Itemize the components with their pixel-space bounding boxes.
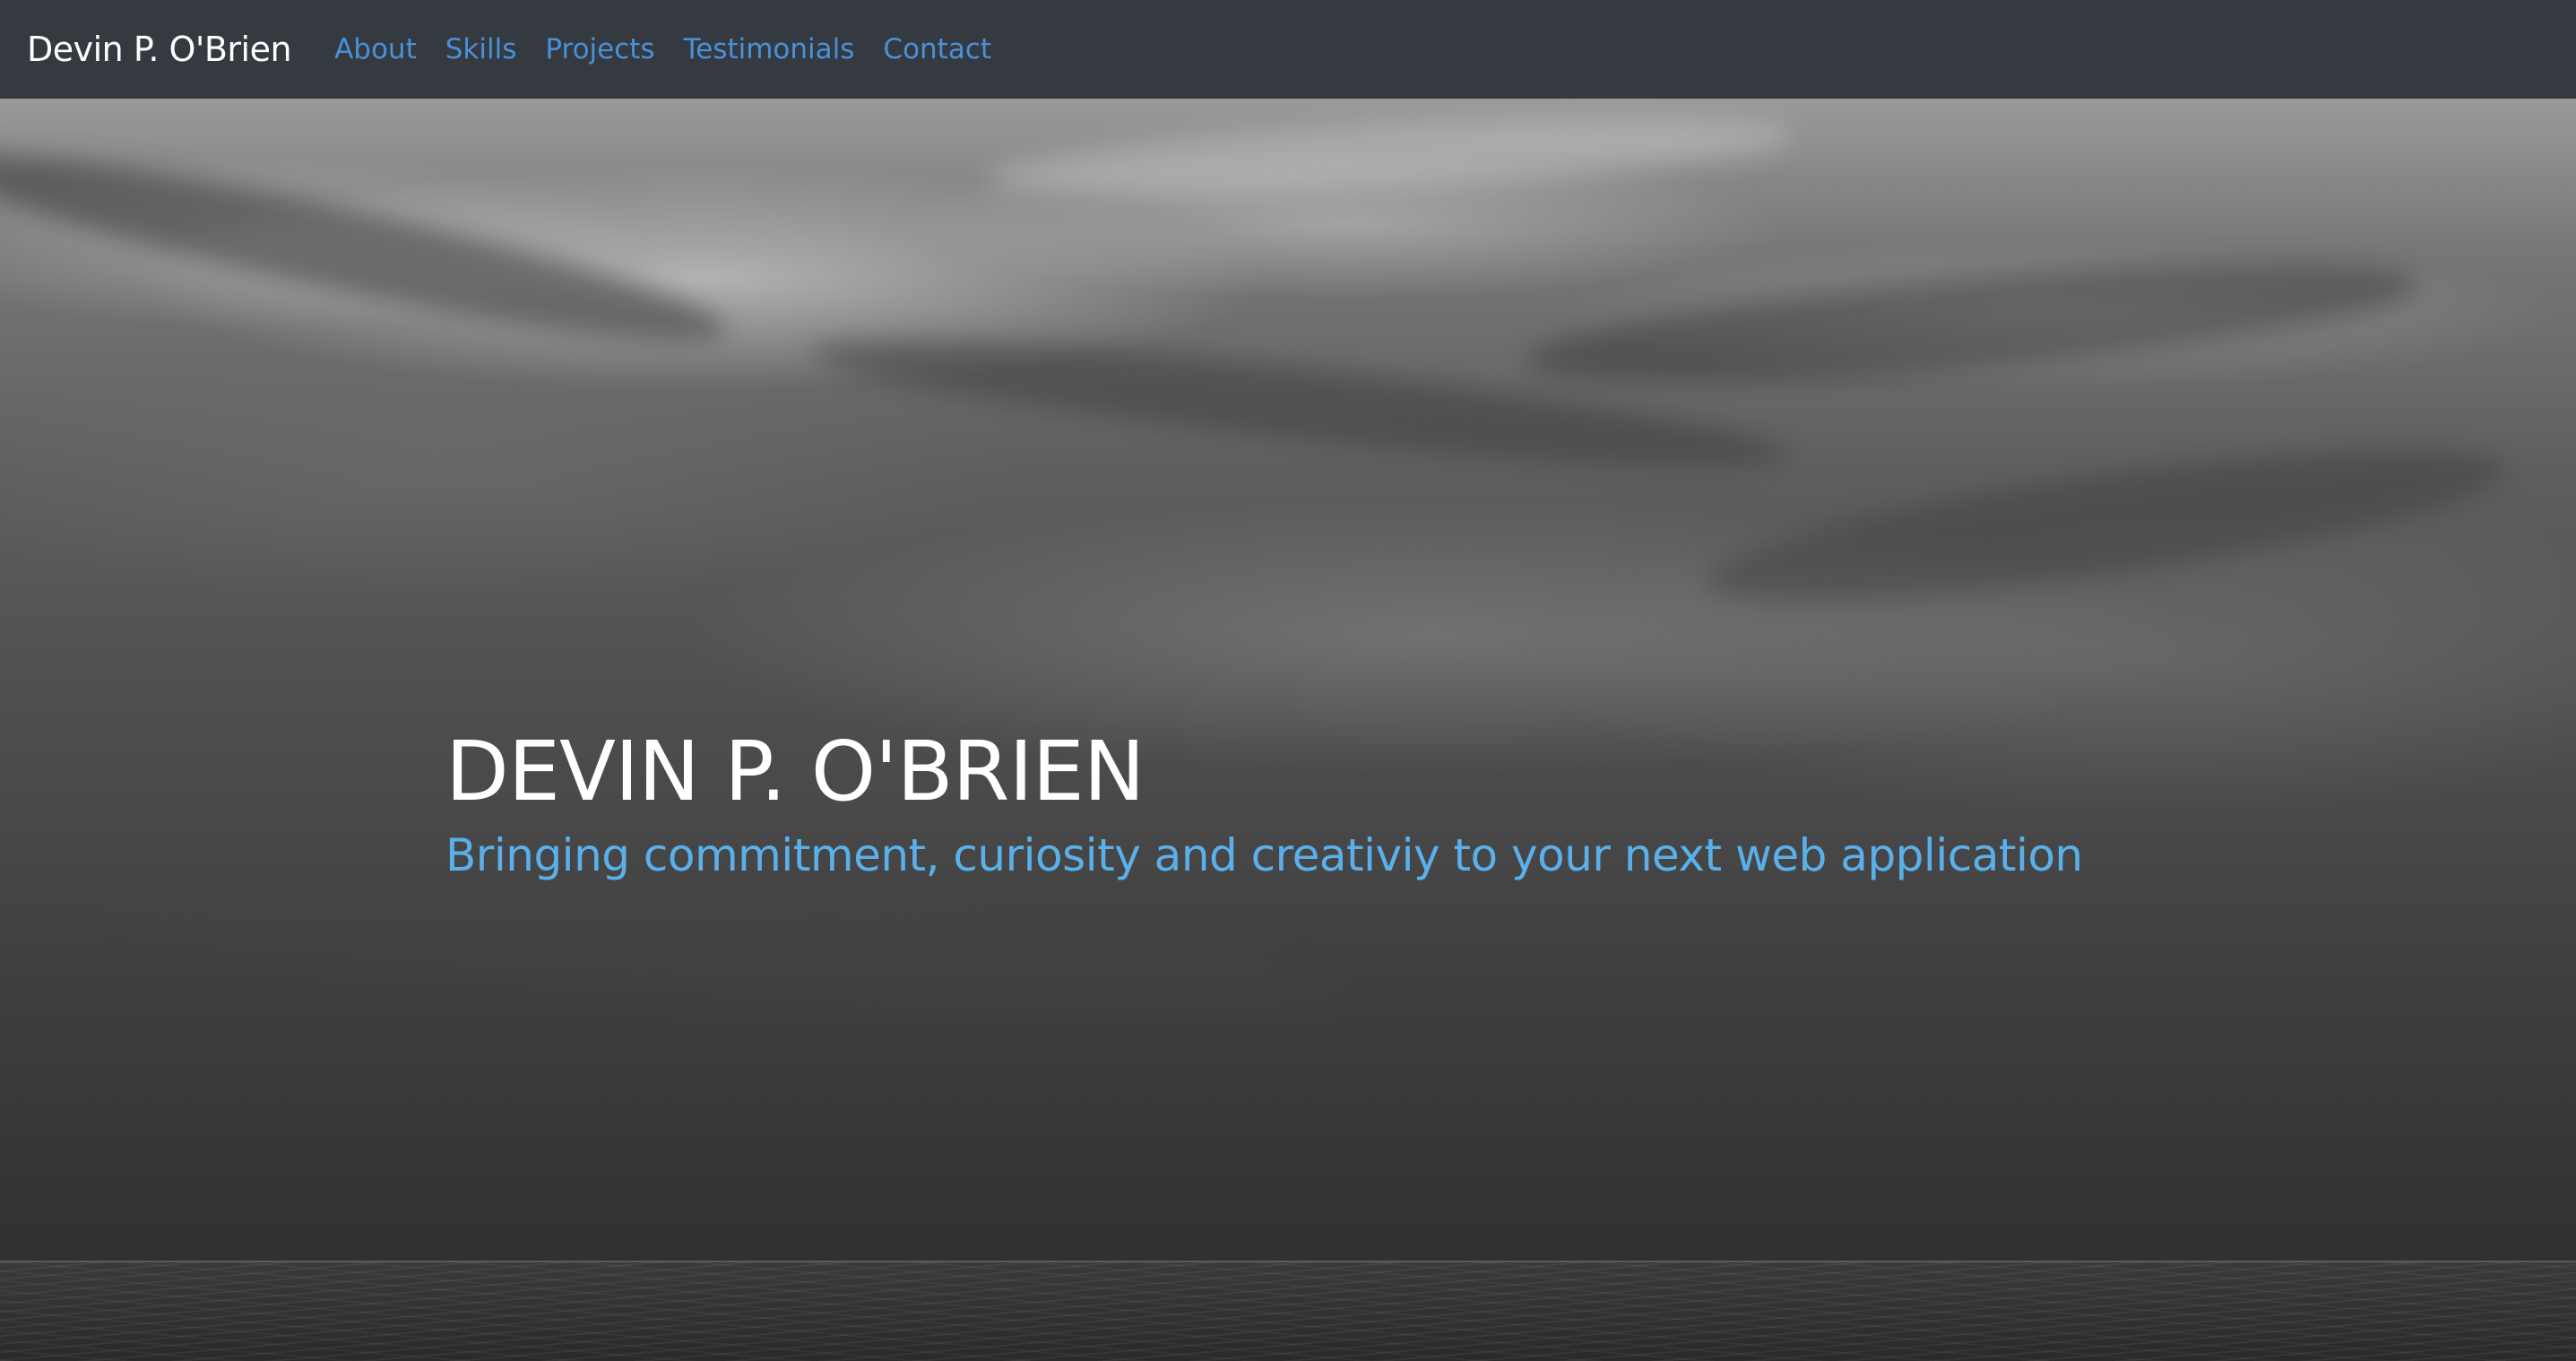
sea-background bbox=[0, 1261, 2576, 1361]
cloud-decoration bbox=[0, 123, 735, 370]
cloud-decoration bbox=[1699, 419, 2513, 630]
nav-link-skills[interactable]: Skills bbox=[445, 33, 517, 65]
top-navbar: Devin P. O'Brien About Skills Projects T… bbox=[0, 0, 2576, 99]
hero-content: DEVIN P. O'BRIEN Bringing commitment, cu… bbox=[445, 726, 2083, 881]
cloud-decoration bbox=[984, 104, 1794, 210]
cloud-decoration bbox=[1521, 238, 2423, 407]
nav-link-projects[interactable]: Projects bbox=[545, 33, 654, 65]
nav-link-contact[interactable]: Contact bbox=[883, 33, 991, 65]
nav-link-about[interactable]: About bbox=[334, 33, 417, 65]
brand-link[interactable]: Devin P. O'Brien bbox=[27, 30, 292, 69]
nav-links: About Skills Projects Testimonials Conta… bbox=[334, 33, 991, 65]
hero-subtitle: Bringing commitment, curiosity and creat… bbox=[445, 829, 2083, 882]
nav-link-testimonials[interactable]: Testimonials bbox=[684, 33, 855, 65]
hero-title: DEVIN P. O'BRIEN bbox=[445, 724, 1145, 819]
hero-section: DEVIN P. O'BRIEN Bringing commitment, cu… bbox=[0, 99, 2576, 1361]
